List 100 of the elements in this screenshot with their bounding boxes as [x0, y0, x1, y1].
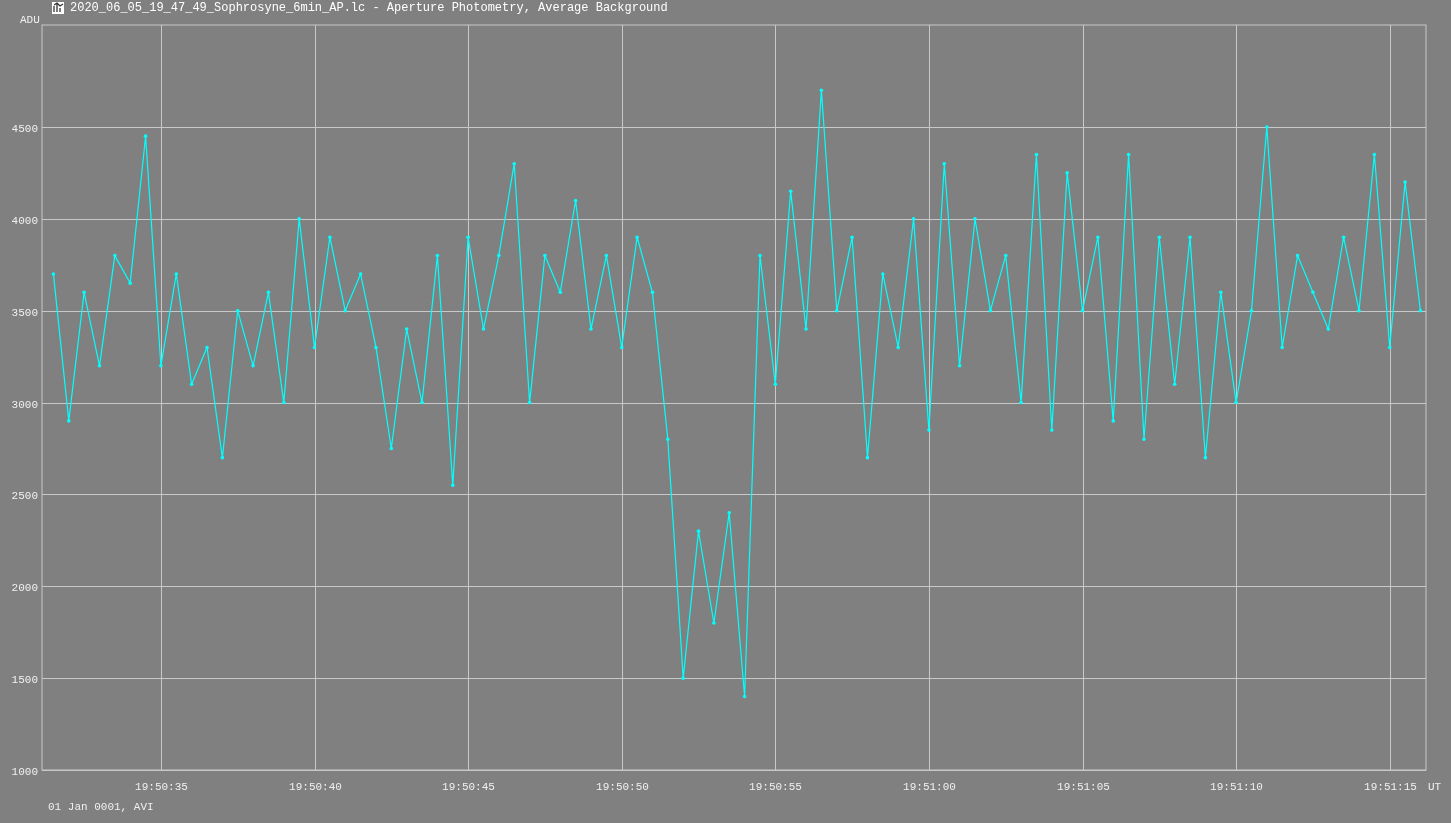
data-point	[942, 161, 947, 166]
data-point	[1265, 125, 1269, 129]
data-point	[389, 446, 394, 451]
y-axis-label: 2500	[11, 489, 38, 502]
window-title: 2020_06_05_19_47_49_Sophrosyne_6min_AP.lc - Aperture Photometry, Average Background	[70, 1, 668, 15]
data-point	[235, 308, 240, 313]
data-point	[650, 290, 655, 295]
data-point	[773, 382, 778, 386]
data-point	[1065, 171, 1069, 175]
data-point	[174, 272, 179, 276]
data-point	[220, 455, 225, 460]
data-point	[358, 272, 363, 276]
data-point	[1341, 235, 1346, 239]
data-point	[1403, 180, 1407, 184]
data-point	[266, 290, 271, 295]
footer-text: 01 Jan 0001, AVI	[48, 801, 154, 813]
data-point	[1126, 152, 1131, 157]
data-point	[1372, 152, 1377, 157]
data-point	[896, 345, 900, 350]
data-point	[1280, 345, 1284, 350]
data-point	[927, 428, 931, 432]
data-point	[543, 253, 547, 258]
data-point	[573, 198, 578, 203]
data-point	[374, 345, 378, 350]
data-point	[512, 161, 516, 166]
data-point	[834, 308, 839, 313]
data-point	[1387, 345, 1392, 350]
data-point	[1218, 290, 1223, 295]
y-axis-title: ADU	[20, 16, 40, 26]
data-point	[850, 235, 854, 239]
data-point	[159, 364, 163, 368]
data-point	[1080, 308, 1085, 313]
data-point	[297, 217, 301, 221]
x-axis-label: 19:50:40	[289, 781, 342, 793]
data-point	[282, 400, 286, 405]
y-axis-label: 2000	[11, 581, 38, 594]
data-point	[619, 345, 624, 350]
x-axis-label: 19:50:35	[135, 781, 188, 793]
data-point	[1003, 253, 1008, 258]
data-point	[589, 327, 593, 331]
data-point	[189, 382, 194, 386]
x-axis-label: 19:51:10	[1210, 781, 1263, 793]
data-point	[881, 272, 885, 276]
data-point	[450, 483, 455, 488]
x-axis-label: 19:51:05	[1057, 781, 1110, 793]
data-point	[1157, 235, 1162, 239]
data-point	[143, 134, 148, 138]
y-axis-label: 3500	[11, 306, 38, 319]
data-point	[527, 400, 532, 405]
data-point	[82, 290, 86, 295]
data-point	[696, 529, 701, 533]
data-point	[865, 455, 870, 460]
data-point	[788, 189, 793, 194]
data-point	[1188, 235, 1192, 239]
data-point	[957, 364, 962, 368]
data-point	[1326, 327, 1331, 331]
data-point	[1311, 290, 1315, 295]
data-point	[66, 419, 71, 423]
data-point	[481, 327, 486, 331]
data-point	[1234, 400, 1238, 405]
data-point	[343, 308, 348, 313]
data-point	[1418, 308, 1423, 313]
data-point	[466, 235, 470, 239]
data-point	[497, 253, 501, 258]
data-point	[1096, 235, 1100, 239]
x-axis-unit: UT	[1428, 781, 1442, 793]
y-axis-label: 4500	[11, 122, 38, 135]
data-point	[911, 217, 916, 221]
data-point	[1111, 419, 1116, 423]
data-point	[1249, 308, 1254, 313]
data-point	[51, 272, 56, 276]
data-point	[973, 217, 977, 221]
y-axis-label: 1000	[11, 765, 38, 778]
data-point	[435, 253, 440, 258]
y-axis-label: 4000	[11, 214, 38, 227]
data-point	[804, 327, 808, 331]
data-point	[312, 345, 317, 350]
data-point	[1295, 253, 1300, 258]
data-point	[328, 235, 332, 239]
data-point	[819, 88, 824, 92]
x-axis-label: 19:50:55	[749, 781, 802, 793]
data-point	[604, 253, 609, 258]
data-point	[113, 253, 117, 258]
app-icon	[52, 2, 64, 14]
data-point	[666, 437, 670, 442]
data-point	[97, 364, 102, 368]
data-point	[1172, 382, 1177, 386]
data-point	[742, 694, 747, 699]
data-point	[404, 327, 409, 331]
data-point	[681, 676, 685, 680]
x-axis-label: 19:50:50	[596, 781, 649, 793]
data-point	[1357, 308, 1361, 313]
data-point	[712, 621, 716, 625]
data-point	[1050, 428, 1054, 432]
data-point	[128, 281, 132, 285]
data-point	[420, 400, 424, 405]
data-point	[988, 308, 993, 313]
y-axis-label: 1500	[11, 673, 38, 686]
data-point	[1034, 152, 1039, 157]
y-axis-label: 3000	[11, 398, 38, 411]
